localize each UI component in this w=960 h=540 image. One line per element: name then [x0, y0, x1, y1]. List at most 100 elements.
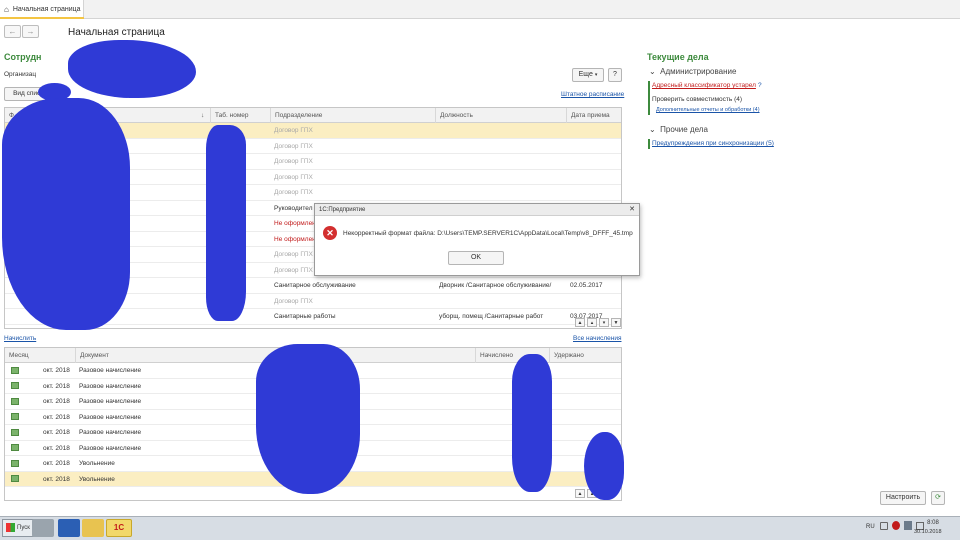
withheld-cell	[549, 379, 621, 395]
close-icon[interactable]: ✕	[629, 204, 635, 216]
month-cell: окт. 2018	[43, 413, 70, 421]
dialog-message: Некорректный формат файла: D:\Users\TEMP…	[343, 230, 633, 237]
scroll-down-icon[interactable]: ▼	[611, 318, 621, 327]
tab-bar	[0, 0, 960, 19]
accruals-scroll-up-icon[interactable]: ▲	[575, 489, 585, 498]
setup-button[interactable]: Настроить	[880, 491, 926, 505]
department-cell: Договор ГПХ	[274, 142, 313, 150]
sort-desc-icon[interactable]: ↓	[201, 108, 204, 123]
active-tab-indicator	[0, 17, 84, 19]
hire-date-cell	[566, 185, 621, 201]
withheld-cell	[549, 410, 621, 426]
other-group-bar	[648, 139, 650, 149]
start-button[interactable]: Пуск	[2, 519, 36, 537]
redaction-scribble	[206, 125, 246, 321]
department-cell: Санитарное обслуживание	[274, 282, 356, 289]
hire-date-cell	[566, 170, 621, 186]
department-cell: Договор ГПХ	[274, 127, 313, 134]
help-icon[interactable]: ?	[758, 82, 762, 89]
department-cell: Договор ГПХ	[274, 297, 313, 305]
document-icon	[7, 363, 21, 379]
hire-date-cell	[566, 139, 621, 155]
sync-warnings-link[interactable]: Предупреждения при синхронизации (5)	[652, 140, 774, 147]
department-cell: Договор ГПХ	[274, 158, 313, 165]
col-hire-date[interactable]: Дата приема	[566, 108, 621, 123]
month-cell: окт. 2018	[43, 367, 70, 374]
hire-date-cell	[566, 123, 621, 139]
scroll-up-icon[interactable]: ▲	[575, 318, 585, 327]
back-button[interactable]: ←	[4, 25, 21, 38]
check-compat-text[interactable]: Проверить совместимость (4)	[652, 96, 742, 103]
document-icon	[7, 410, 21, 426]
redaction-scribble	[256, 344, 360, 494]
explorer-icon[interactable]	[82, 519, 104, 537]
col-position[interactable]: Должность	[435, 108, 566, 123]
clock-time: 8:08	[927, 520, 939, 526]
admin-group[interactable]: ⌄ Администрирование	[649, 67, 736, 76]
home-icon: ⌂	[4, 5, 9, 14]
redaction-scribble	[68, 40, 196, 98]
error-icon: ✕	[323, 226, 337, 240]
1c-app-icon[interactable]: 1С	[106, 519, 132, 537]
position-cell	[435, 185, 566, 201]
network-icon[interactable]	[904, 521, 912, 530]
help-button[interactable]: ?	[608, 68, 622, 82]
withheld-cell	[549, 363, 621, 379]
staff-schedule-link[interactable]: Штатное расписание	[561, 91, 624, 98]
department-cell: Санитарные работы	[274, 313, 336, 320]
redaction-scribble	[2, 98, 130, 330]
language-indicator[interactable]: RU	[866, 524, 875, 530]
accrue-link[interactable]: Начислить	[4, 335, 36, 342]
refresh-icon[interactable]: ⟳	[931, 491, 945, 505]
chevron-down-icon: ⌄	[649, 67, 656, 76]
document-icon	[7, 379, 21, 395]
move-down-icon[interactable]: ▾	[599, 318, 609, 327]
month-cell: окт. 2018	[43, 382, 70, 390]
tray-flag-icon[interactable]	[880, 522, 888, 530]
address-classifier-link[interactable]: Адресный классификатор устарел	[652, 82, 756, 89]
position-cell: Дворник /Санитарное обслуживание/	[439, 282, 552, 289]
month-cell: окт. 2018	[43, 429, 70, 436]
powershell-icon[interactable]	[58, 519, 80, 537]
server-manager-icon[interactable]	[32, 519, 54, 537]
employees-title: Сотрудн	[4, 52, 42, 62]
month-cell: окт. 2018	[43, 475, 70, 483]
month-cell: окт. 2018	[43, 444, 70, 452]
position-cell	[435, 170, 566, 186]
page-title: Начальная страница	[68, 27, 165, 38]
all-accruals-link[interactable]: Все начисления	[573, 335, 621, 342]
ok-button[interactable]: OK	[448, 251, 504, 265]
dialog-title: 1С:Предприятие	[319, 207, 366, 213]
col-withheld[interactable]: Удержано	[549, 348, 621, 363]
col-tab-number[interactable]: Таб. номер	[210, 108, 270, 123]
other-group[interactable]: ⌄ Прочие дела	[649, 125, 708, 134]
withheld-cell	[549, 394, 621, 410]
hire-date-cell	[566, 294, 621, 310]
document-icon	[7, 472, 21, 488]
forward-arrow-icon: →	[26, 27, 35, 36]
position-cell	[435, 123, 566, 139]
document-icon	[7, 441, 21, 457]
error-dialog: 1С:Предприятие ✕ ✕ Некорректный формат ф…	[314, 203, 640, 276]
chevron-down-icon: ▾	[594, 72, 598, 78]
org-label: Организац	[4, 71, 37, 78]
taskbar	[0, 516, 960, 540]
dialog-titlebar[interactable]: 1С:Предприятие ✕	[315, 204, 639, 216]
forward-button[interactable]: →	[22, 25, 39, 38]
redaction-scribble	[512, 354, 552, 492]
month-cell: окт. 2018	[43, 460, 70, 467]
windows-icon	[6, 523, 15, 532]
position-cell: уборщ. помещ /Санитарные работ	[439, 313, 544, 320]
col-department[interactable]: Подразделение	[270, 108, 435, 123]
tray-alert-icon[interactable]	[892, 521, 900, 530]
department-cell: Договор ГПХ	[274, 173, 313, 181]
more-button[interactable]: Еще ▾	[572, 68, 604, 82]
redaction-scribble	[584, 432, 624, 500]
move-up-icon[interactable]: ▴	[587, 318, 597, 327]
document-icon	[7, 456, 21, 472]
extra-reports-link[interactable]: Дополнительные отчеты и обработки (4)	[656, 107, 760, 113]
position-cell	[435, 154, 566, 170]
chevron-down-icon: ⌄	[649, 125, 656, 134]
col-month[interactable]: Месяц	[5, 348, 75, 363]
document-icon	[7, 425, 21, 441]
